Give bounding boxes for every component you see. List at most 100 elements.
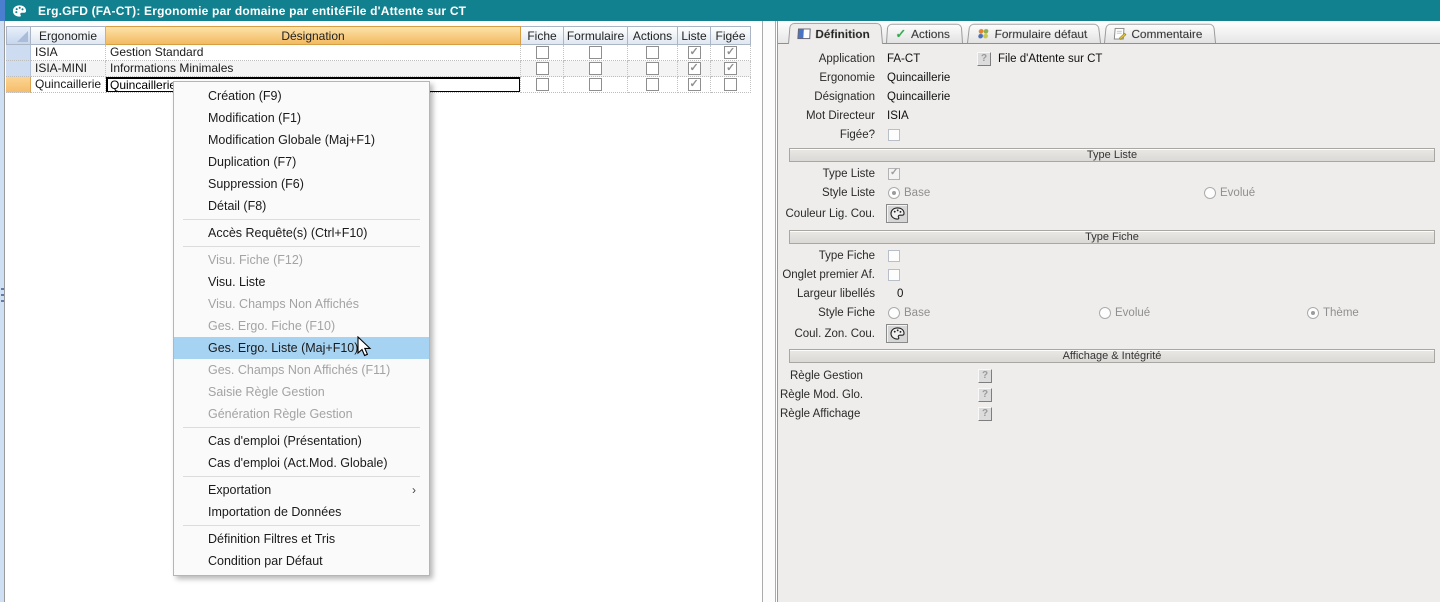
field-label: Largeur libellés [797, 288, 875, 300]
field-mot-directeur: Mot Directeur ISIA [778, 108, 1440, 124]
menu-item-modification[interactable]: Modification (F1) [174, 107, 429, 129]
cell-actions [628, 77, 678, 93]
menu-item-cas-emploi-act-mod-globale[interactable]: Cas d'emploi (Act.Mod. Globale) [174, 452, 429, 474]
cell-designation[interactable]: Informations Minimales [106, 61, 521, 77]
cell-ergonomie[interactable]: ISIA [31, 45, 106, 61]
field-label: Figée? [839, 129, 875, 141]
cell-ergonomie[interactable]: ISIA-MINI [31, 61, 106, 77]
splitter-grip-icon[interactable] [1, 288, 4, 328]
type-fiche-checkbox[interactable] [888, 250, 900, 262]
cell-designation[interactable]: Gestion Standard [106, 45, 521, 61]
field-label: Style Fiche [818, 307, 875, 319]
menu-item-cas-emploi-presentation[interactable]: Cas d'emploi (Présentation) [174, 430, 429, 452]
menu-item-saisie-regle-gestion[interactable]: Saisie Règle Gestion [174, 381, 429, 403]
type-liste-checkbox[interactable] [888, 167, 900, 180]
menu-item-visu-liste[interactable]: Visu. Liste [174, 271, 429, 293]
header-liste[interactable]: Liste [678, 26, 711, 45]
help-button[interactable]: ? [978, 407, 992, 421]
radio-base[interactable] [888, 307, 900, 319]
onglet-premier-checkbox[interactable] [888, 269, 900, 281]
field-label: Règle Affichage [780, 408, 861, 420]
formulaire-checkbox[interactable] [589, 78, 602, 91]
table-row[interactable]: ISIA Gestion Standard [6, 45, 751, 61]
menu-item-generation-regle-gestion[interactable]: Génération Règle Gestion [174, 403, 429, 425]
menu-item-ges-champs-non-affiches[interactable]: Ges. Champs Non Affichés (F11) [174, 359, 429, 381]
vertical-scrollbar[interactable] [762, 21, 776, 602]
menu-item-ges-ergo-liste[interactable]: Ges. Ergo. Liste (Maj+F10) [174, 337, 429, 359]
help-button[interactable]: ? [978, 388, 992, 402]
radio-evolue[interactable] [1099, 307, 1111, 319]
liste-checkbox[interactable] [687, 61, 701, 76]
menu-item-condition-par-defaut[interactable]: Condition par Défaut [174, 550, 429, 572]
liste-checkbox[interactable] [687, 77, 701, 92]
actions-checkbox[interactable] [646, 62, 659, 75]
cell-formulaire [564, 61, 628, 77]
figee-checkbox[interactable] [724, 45, 737, 60]
field-label: Coul. Zon. Cou. [794, 328, 875, 340]
left-dock-strip[interactable] [0, 21, 5, 602]
actions-checkbox[interactable] [646, 78, 659, 91]
cell-fiche [521, 61, 564, 77]
header-ergonomie[interactable]: Ergonomie [31, 26, 106, 45]
tab-definition[interactable]: Définition [788, 22, 884, 44]
figee-checkbox[interactable] [724, 78, 737, 91]
menu-item-definition-filtres-tris[interactable]: Définition Filtres et Tris [174, 528, 429, 550]
help-button[interactable]: ? [977, 52, 991, 66]
header-actions[interactable]: Actions [628, 26, 678, 45]
actions-checkbox[interactable] [646, 46, 659, 59]
menu-item-ges-ergo-fiche[interactable]: Ges. Ergo. Fiche (F10) [174, 315, 429, 337]
radio-theme[interactable] [1307, 307, 1319, 319]
row-selector[interactable] [6, 61, 31, 77]
help-button[interactable]: ? [978, 369, 992, 383]
formulaire-checkbox[interactable] [589, 62, 602, 75]
field-regle-mod-glo: Règle Mod. Glo. ? [778, 387, 1440, 403]
tab-formulaire-defaut[interactable]: Formulaire défaut [966, 23, 1101, 43]
header-fiche[interactable]: Fiche [521, 26, 564, 45]
menu-item-exportation[interactable]: Exportation › [174, 479, 429, 501]
radio-base[interactable] [888, 187, 900, 199]
menu-item-acces-requetes[interactable]: Accès Requête(s) (Ctrl+F10) [174, 222, 429, 244]
select-all-header[interactable] [6, 26, 31, 45]
figee-checkbox[interactable] [724, 61, 737, 76]
header-designation[interactable]: Désignation [106, 26, 521, 45]
color-picker-button[interactable] [886, 204, 908, 223]
submenu-arrow-icon: › [412, 483, 416, 497]
field-style-liste: Style Liste Base Evolué [778, 185, 1440, 201]
formulaire-checkbox[interactable] [589, 46, 602, 59]
tab-label: Formulaire défaut [993, 27, 1088, 41]
cell-liste [678, 61, 711, 77]
figee-checkbox[interactable] [888, 129, 900, 141]
fiche-checkbox[interactable] [535, 46, 549, 59]
field-onglet-premier: Onglet premier Af. [778, 267, 1440, 283]
table-row[interactable]: ISIA-MINI Informations Minimales [6, 61, 751, 77]
row-selector[interactable] [6, 45, 31, 61]
menu-item-duplication[interactable]: Duplication (F7) [174, 151, 429, 173]
field-value: 0 [897, 288, 904, 300]
row-selector-current[interactable] [6, 77, 31, 93]
field-type-fiche: Type Fiche [778, 248, 1440, 264]
fiche-checkbox[interactable] [535, 78, 549, 91]
field-application: Application FA-CT ? File d'Attente sur C… [778, 51, 1440, 67]
field-ergonomie: Ergonomie Quincaillerie [778, 70, 1440, 86]
menu-item-detail[interactable]: Détail (F8) [174, 195, 429, 217]
field-value: Quincaillerie [887, 72, 951, 84]
cell-liste [678, 45, 711, 61]
fiche-checkbox[interactable] [535, 62, 549, 75]
title-bar[interactable]: Erg.GFD (FA-CT): Ergonomie par domaine p… [0, 0, 1440, 21]
cell-formulaire [564, 77, 628, 93]
menu-item-creation[interactable]: Création (F9) [174, 85, 429, 107]
tab-commentaire[interactable]: Commentaire [1103, 23, 1216, 43]
menu-item-visu-champs-non-affiches[interactable]: Visu. Champs Non Affichés [174, 293, 429, 315]
header-figee[interactable]: Figée [711, 26, 751, 45]
color-picker-button[interactable] [886, 324, 908, 343]
menu-item-importation-donnees[interactable]: Importation de Données [174, 501, 429, 523]
definition-panel: Définition ✓ Actions Formulaire défaut C… [777, 21, 1440, 602]
cell-ergonomie[interactable]: Quincaillerie [31, 77, 106, 93]
menu-item-suppression[interactable]: Suppression (F6) [174, 173, 429, 195]
radio-evolue[interactable] [1204, 187, 1216, 199]
liste-checkbox[interactable] [687, 45, 701, 60]
header-formulaire[interactable]: Formulaire [564, 26, 628, 45]
menu-item-visu-fiche[interactable]: Visu. Fiche (F12) [174, 249, 429, 271]
menu-item-modification-globale[interactable]: Modification Globale (Maj+F1) [174, 129, 429, 151]
tab-actions[interactable]: ✓ Actions [886, 23, 964, 43]
